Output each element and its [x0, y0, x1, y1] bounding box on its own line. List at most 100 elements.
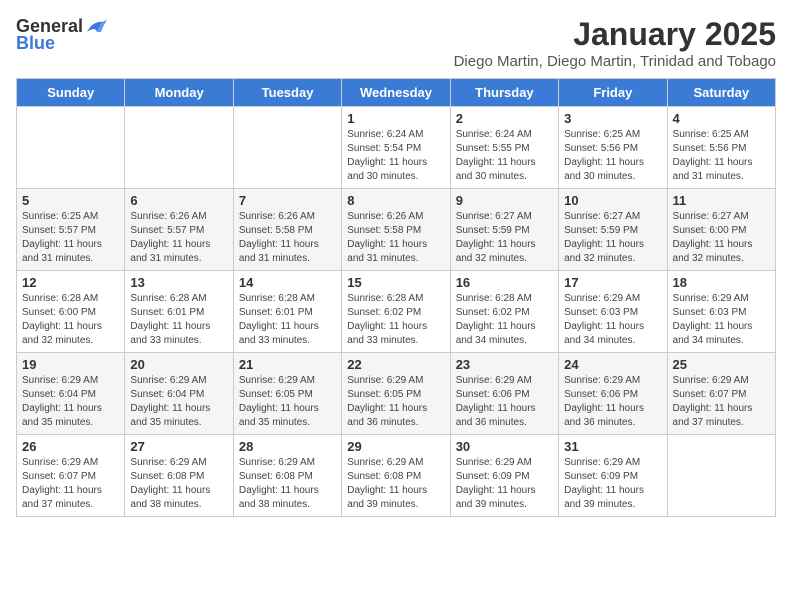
calendar-cell: 24 Sunrise: 6:29 AM Sunset: 6:06 PM Dayli…	[559, 353, 667, 435]
day-info: Sunrise: 6:29 AM Sunset: 6:08 PM Dayligh…	[347, 456, 444, 512]
calendar-cell	[233, 107, 341, 189]
day-info: Sunrise: 6:26 AM Sunset: 5:58 PM Dayligh…	[239, 210, 336, 266]
day-info: Sunrise: 6:27 AM Sunset: 5:59 PM Dayligh…	[456, 210, 553, 266]
week-row-5: 26 Sunrise: 6:29 AM Sunset: 6:07 PM Dayli…	[17, 435, 776, 517]
day-info: Sunrise: 6:29 AM Sunset: 6:05 PM Dayligh…	[347, 374, 444, 430]
calendar-cell: 1 Sunrise: 6:24 AM Sunset: 5:54 PM Daylig…	[342, 107, 450, 189]
calendar-cell: 9 Sunrise: 6:27 AM Sunset: 5:59 PM Daylig…	[450, 189, 558, 271]
calendar-table: SundayMondayTuesdayWednesdayThursdayFrid…	[16, 78, 776, 517]
day-number: 26	[22, 439, 119, 454]
day-number: 3	[564, 111, 661, 126]
day-info: Sunrise: 6:29 AM Sunset: 6:06 PM Dayligh…	[564, 374, 661, 430]
calendar-cell: 2 Sunrise: 6:24 AM Sunset: 5:55 PM Daylig…	[450, 107, 558, 189]
day-info: Sunrise: 6:27 AM Sunset: 5:59 PM Dayligh…	[564, 210, 661, 266]
day-number: 16	[456, 275, 553, 290]
day-number: 21	[239, 357, 336, 372]
calendar-cell	[667, 435, 775, 517]
calendar-cell: 14 Sunrise: 6:28 AM Sunset: 6:01 PM Dayli…	[233, 271, 341, 353]
day-header-monday: Monday	[125, 79, 233, 107]
title-area: January 2025 Diego Martin, Diego Martin,…	[454, 16, 776, 70]
day-info: Sunrise: 6:29 AM Sunset: 6:04 PM Dayligh…	[22, 374, 119, 430]
month-title: January 2025	[454, 16, 776, 53]
calendar-cell: 18 Sunrise: 6:29 AM Sunset: 6:03 PM Dayli…	[667, 271, 775, 353]
day-number: 27	[130, 439, 227, 454]
calendar-cell: 22 Sunrise: 6:29 AM Sunset: 6:05 PM Dayli…	[342, 353, 450, 435]
day-number: 1	[347, 111, 444, 126]
day-header-thursday: Thursday	[450, 79, 558, 107]
day-info: Sunrise: 6:24 AM Sunset: 5:55 PM Dayligh…	[456, 128, 553, 184]
day-header-saturday: Saturday	[667, 79, 775, 107]
calendar-cell: 7 Sunrise: 6:26 AM Sunset: 5:58 PM Daylig…	[233, 189, 341, 271]
logo: General Blue	[16, 16, 107, 54]
day-number: 7	[239, 193, 336, 208]
calendar-cell: 28 Sunrise: 6:29 AM Sunset: 6:08 PM Dayli…	[233, 435, 341, 517]
day-number: 8	[347, 193, 444, 208]
calendar-cell: 20 Sunrise: 6:29 AM Sunset: 6:04 PM Dayli…	[125, 353, 233, 435]
day-info: Sunrise: 6:29 AM Sunset: 6:09 PM Dayligh…	[456, 456, 553, 512]
day-number: 2	[456, 111, 553, 126]
calendar-cell: 17Sunrise: 6:29 AM Sunset: 6:03 PM Dayli…	[559, 271, 667, 353]
logo-blue: Blue	[16, 33, 55, 54]
calendar-cell	[17, 107, 125, 189]
calendar-cell: 27Sunrise: 6:29 AM Sunset: 6:08 PM Dayli…	[125, 435, 233, 517]
calendar-cell: 6 Sunrise: 6:26 AM Sunset: 5:57 PM Daylig…	[125, 189, 233, 271]
day-info: Sunrise: 6:26 AM Sunset: 5:57 PM Dayligh…	[130, 210, 227, 266]
day-info: Sunrise: 6:25 AM Sunset: 5:56 PM Dayligh…	[564, 128, 661, 184]
day-number: 5	[22, 193, 119, 208]
day-info: Sunrise: 6:29 AM Sunset: 6:07 PM Dayligh…	[22, 456, 119, 512]
day-number: 11	[673, 193, 770, 208]
calendar-cell: 5Sunrise: 6:25 AM Sunset: 5:57 PM Daylig…	[17, 189, 125, 271]
week-row-1: 1 Sunrise: 6:24 AM Sunset: 5:54 PM Daylig…	[17, 107, 776, 189]
day-header-friday: Friday	[559, 79, 667, 107]
calendar-cell: 11Sunrise: 6:27 AM Sunset: 6:00 PM Dayli…	[667, 189, 775, 271]
calendar-cell: 4Sunrise: 6:25 AM Sunset: 5:56 PM Daylig…	[667, 107, 775, 189]
day-number: 18	[673, 275, 770, 290]
day-info: Sunrise: 6:29 AM Sunset: 6:04 PM Dayligh…	[130, 374, 227, 430]
day-number: 24	[564, 357, 661, 372]
day-number: 19	[22, 357, 119, 372]
week-row-2: 5Sunrise: 6:25 AM Sunset: 5:57 PM Daylig…	[17, 189, 776, 271]
calendar-cell: 26 Sunrise: 6:29 AM Sunset: 6:07 PM Dayli…	[17, 435, 125, 517]
day-number: 15	[347, 275, 444, 290]
day-header-wednesday: Wednesday	[342, 79, 450, 107]
day-number: 20	[130, 357, 227, 372]
day-number: 9	[456, 193, 553, 208]
calendar-cell: 31Sunrise: 6:29 AM Sunset: 6:09 PM Dayli…	[559, 435, 667, 517]
calendar-cell: 3 Sunrise: 6:25 AM Sunset: 5:56 PM Daylig…	[559, 107, 667, 189]
header-row: SundayMondayTuesdayWednesdayThursdayFrid…	[17, 79, 776, 107]
calendar-cell: 10Sunrise: 6:27 AM Sunset: 5:59 PM Dayli…	[559, 189, 667, 271]
day-number: 22	[347, 357, 444, 372]
calendar-cell: 25Sunrise: 6:29 AM Sunset: 6:07 PM Dayli…	[667, 353, 775, 435]
day-number: 29	[347, 439, 444, 454]
day-info: Sunrise: 6:29 AM Sunset: 6:08 PM Dayligh…	[239, 456, 336, 512]
day-info: Sunrise: 6:29 AM Sunset: 6:06 PM Dayligh…	[456, 374, 553, 430]
calendar-cell: 13 Sunrise: 6:28 AM Sunset: 6:01 PM Dayli…	[125, 271, 233, 353]
day-info: Sunrise: 6:24 AM Sunset: 5:54 PM Dayligh…	[347, 128, 444, 184]
day-info: Sunrise: 6:29 AM Sunset: 6:03 PM Dayligh…	[673, 292, 770, 348]
day-number: 13	[130, 275, 227, 290]
day-info: Sunrise: 6:28 AM Sunset: 6:02 PM Dayligh…	[347, 292, 444, 348]
day-number: 25	[673, 357, 770, 372]
day-number: 30	[456, 439, 553, 454]
day-info: Sunrise: 6:28 AM Sunset: 6:01 PM Dayligh…	[239, 292, 336, 348]
day-info: Sunrise: 6:26 AM Sunset: 5:58 PM Dayligh…	[347, 210, 444, 266]
day-number: 28	[239, 439, 336, 454]
day-info: Sunrise: 6:29 AM Sunset: 6:05 PM Dayligh…	[239, 374, 336, 430]
day-number: 31	[564, 439, 661, 454]
day-info: Sunrise: 6:28 AM Sunset: 6:02 PM Dayligh…	[456, 292, 553, 348]
day-number: 14	[239, 275, 336, 290]
day-number: 6	[130, 193, 227, 208]
calendar-cell: 8 Sunrise: 6:26 AM Sunset: 5:58 PM Daylig…	[342, 189, 450, 271]
calendar-cell: 16 Sunrise: 6:28 AM Sunset: 6:02 PM Dayli…	[450, 271, 558, 353]
calendar-cell: 23 Sunrise: 6:29 AM Sunset: 6:06 PM Dayli…	[450, 353, 558, 435]
day-header-tuesday: Tuesday	[233, 79, 341, 107]
day-info: Sunrise: 6:28 AM Sunset: 6:00 PM Dayligh…	[22, 292, 119, 348]
calendar-cell	[125, 107, 233, 189]
week-row-4: 19 Sunrise: 6:29 AM Sunset: 6:04 PM Dayli…	[17, 353, 776, 435]
day-info: Sunrise: 6:28 AM Sunset: 6:01 PM Dayligh…	[130, 292, 227, 348]
calendar-cell: 15 Sunrise: 6:28 AM Sunset: 6:02 PM Dayli…	[342, 271, 450, 353]
page-header: General Blue January 2025 Diego Martin, …	[16, 16, 776, 70]
day-number: 23	[456, 357, 553, 372]
calendar-cell: 12Sunrise: 6:28 AM Sunset: 6:00 PM Dayli…	[17, 271, 125, 353]
location-title: Diego Martin, Diego Martin, Trinidad and…	[454, 53, 776, 70]
